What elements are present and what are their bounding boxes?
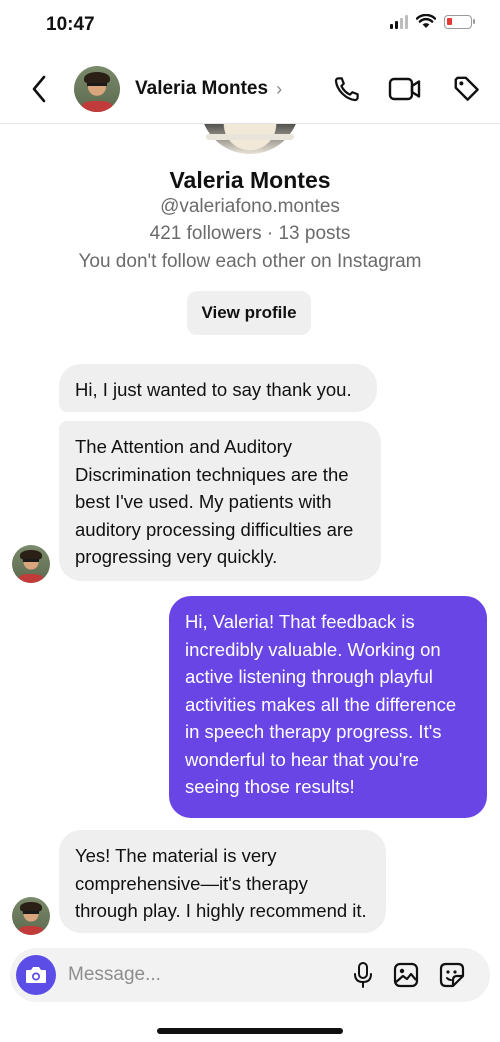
back-arrow-icon xyxy=(32,75,46,103)
chevron-right-icon: › xyxy=(276,78,283,99)
sender-avatar[interactable] xyxy=(12,545,50,583)
status-bar: 10:47 xyxy=(0,0,500,52)
sticker-icon xyxy=(439,962,465,988)
profile-stats: 421 followers · 13 posts xyxy=(149,223,351,244)
wifi-icon xyxy=(416,14,436,28)
home-indicator[interactable] xyxy=(157,1028,343,1034)
sticker-button[interactable] xyxy=(437,960,467,990)
video-call-button[interactable] xyxy=(388,72,422,106)
follow-status-note: You don't follow each other on Instagram xyxy=(78,251,422,272)
back-button[interactable] xyxy=(26,74,52,104)
profile-picture[interactable] xyxy=(200,124,300,154)
profile-name: Valeria Montes xyxy=(169,167,331,193)
microphone-icon xyxy=(354,962,372,988)
profile-handle: @valeriafono.montes xyxy=(160,196,340,217)
tag-button[interactable] xyxy=(450,72,484,106)
view-profile-button[interactable]: View profile xyxy=(187,291,311,335)
header-avatar[interactable] xyxy=(74,66,120,112)
contact-name: Valeria Montes xyxy=(135,78,269,99)
camera-icon xyxy=(26,967,46,983)
message-bubble-incoming[interactable]: The Attention and Auditory Discriminatio… xyxy=(59,421,381,581)
message-input[interactable] xyxy=(68,960,338,990)
camera-button[interactable] xyxy=(16,955,56,995)
gallery-icon xyxy=(393,962,419,988)
chat-header: Valeria Montes › xyxy=(0,52,500,124)
gallery-button[interactable] xyxy=(391,960,421,990)
tag-icon xyxy=(454,76,479,101)
phone-icon xyxy=(334,77,359,102)
cellular-signal-icon xyxy=(390,14,408,29)
message-bubble-incoming[interactable]: Yes! The material is very comprehensive—… xyxy=(59,830,386,933)
status-time: 10:47 xyxy=(46,14,95,35)
sender-avatar[interactable] xyxy=(12,897,50,935)
message-bubble-incoming[interactable]: Hi, I just wanted to say thank you. xyxy=(59,364,377,412)
video-camera-icon xyxy=(388,77,421,101)
battery-icon xyxy=(444,14,475,29)
voice-message-button[interactable] xyxy=(348,960,378,990)
contact-name-button[interactable]: Valeria Montes › xyxy=(135,78,282,100)
message-bubble-outgoing[interactable]: Hi, Valeria! That feedback is incredibly… xyxy=(169,596,487,818)
call-button[interactable] xyxy=(330,72,364,106)
status-icons xyxy=(390,14,475,29)
message-composer xyxy=(10,948,490,1002)
